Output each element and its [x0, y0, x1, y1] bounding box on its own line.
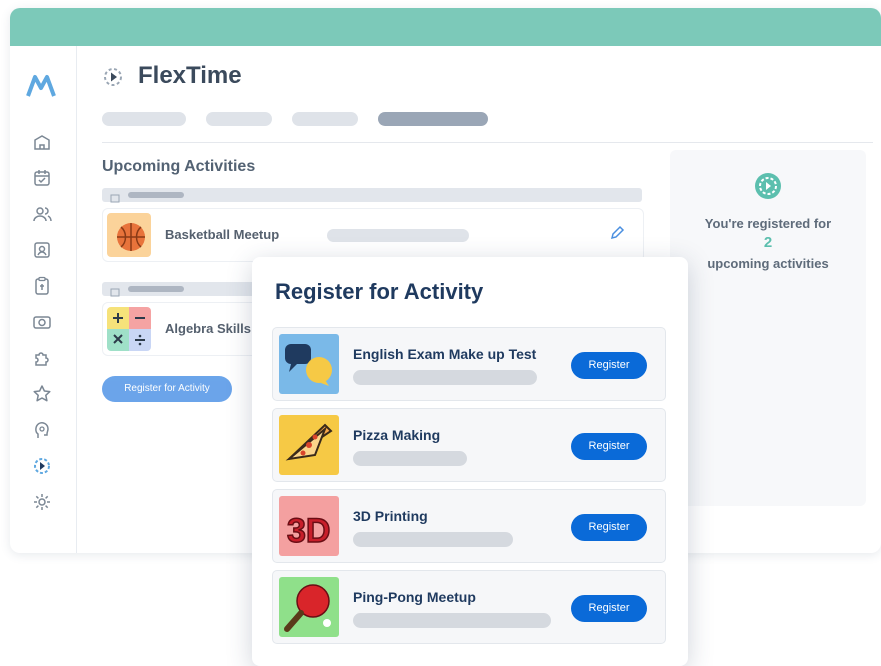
section-title: Upcoming Activities	[102, 158, 256, 175]
activity-name: English Exam Make up Test	[353, 346, 537, 362]
activity-row[interactable]: Basketball Meetup	[102, 208, 644, 262]
chat-bubbles-icon	[279, 334, 339, 394]
3d-icon: 3D	[279, 496, 339, 556]
date-placeholder	[128, 286, 184, 292]
activity-detail-placeholder	[353, 370, 537, 385]
clipboard-icon[interactable]	[32, 276, 52, 296]
activity-card: English Exam Make up Test Register	[272, 327, 666, 401]
date-strip	[102, 188, 642, 203]
date-placeholder	[128, 192, 184, 198]
activity-card: Ping-Pong Meetup Register	[272, 570, 666, 644]
activity-detail-placeholder	[353, 451, 467, 466]
users-icon[interactable]	[32, 204, 52, 224]
logo-icon[interactable]	[26, 74, 56, 98]
sidebar	[10, 46, 77, 553]
activity-card: 3D 3D Printing Register	[272, 489, 666, 563]
settings-icon[interactable]	[32, 492, 52, 512]
calendar-icon[interactable]	[32, 168, 52, 188]
register-modal: Register for Activity English Exam Make …	[252, 257, 688, 666]
app-title: FlexTime	[138, 62, 242, 89]
brain-icon[interactable]	[32, 420, 52, 440]
pizza-icon	[279, 415, 339, 475]
activity-card: Pizza Making Register	[272, 408, 666, 482]
activity-detail-placeholder	[327, 229, 469, 242]
register-button[interactable]: Register	[571, 514, 647, 541]
calendar-small-icon	[110, 284, 120, 297]
ping-pong-icon	[279, 577, 339, 637]
divider	[102, 142, 873, 143]
register-button[interactable]: Register	[571, 595, 647, 622]
calendar-small-icon	[110, 190, 120, 203]
activity-detail-placeholder	[353, 532, 513, 547]
modal-title: Register for Activity	[275, 279, 484, 304]
school-icon[interactable]	[32, 132, 52, 152]
flextime-icon[interactable]	[32, 456, 52, 476]
registered-count: 2	[763, 234, 773, 251]
upcoming-label: upcoming activities	[707, 256, 829, 271]
puzzle-icon[interactable]	[32, 348, 52, 368]
flextime-badge-icon	[754, 172, 782, 200]
tab-2[interactable]	[206, 112, 272, 126]
edit-icon[interactable]	[609, 225, 625, 241]
activity-detail-placeholder	[353, 613, 551, 628]
math-icon	[107, 307, 151, 351]
star-icon[interactable]	[32, 384, 52, 404]
tab-1[interactable]	[102, 112, 186, 126]
activity-name: Algebra Skills	[165, 321, 251, 336]
activity-name: 3D Printing	[353, 508, 428, 524]
activity-name: Pizza Making	[353, 427, 441, 443]
svg-text:3D: 3D	[287, 512, 330, 550]
registration-summary-panel: You're registered for 2 upcoming activit…	[670, 150, 866, 506]
register-for-activity-button[interactable]: Register for Activity	[102, 376, 232, 402]
tab-active[interactable]	[378, 112, 488, 126]
camera-icon[interactable]	[32, 312, 52, 332]
register-button[interactable]: Register	[571, 433, 647, 460]
tab-3[interactable]	[292, 112, 358, 126]
activity-name: Ping-Pong Meetup	[353, 589, 476, 605]
register-button[interactable]: Register	[571, 352, 647, 379]
flextime-logo-icon	[102, 66, 124, 88]
registered-label: You're registered for	[704, 216, 832, 231]
id-card-icon[interactable]	[32, 240, 52, 260]
top-bar	[10, 8, 881, 46]
activity-name: Basketball Meetup	[165, 227, 280, 242]
basketball-icon	[107, 213, 151, 257]
